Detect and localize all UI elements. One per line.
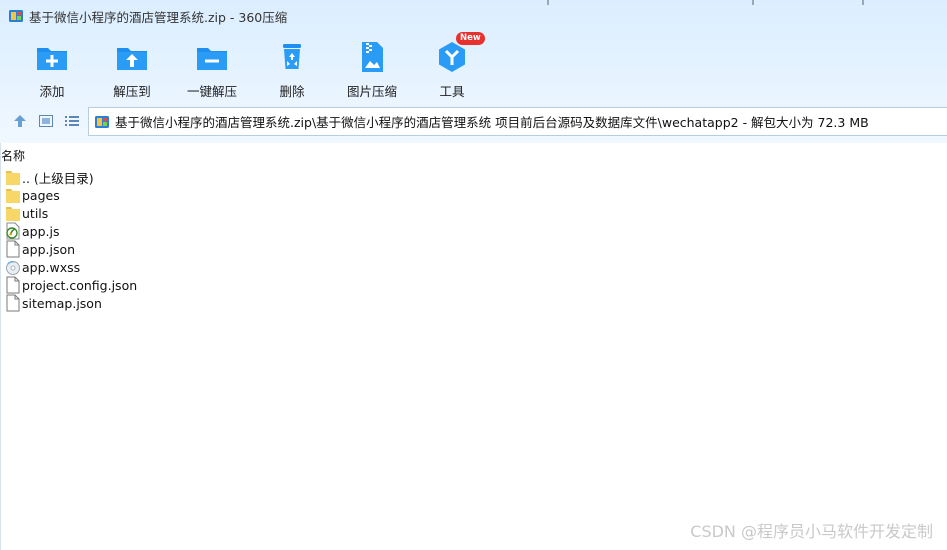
list-view-icon: [65, 116, 79, 126]
archive-file-icon: [95, 115, 109, 128]
list-item-app-wxss[interactable]: app.wxss: [1, 258, 301, 276]
title-bar: 基于微信小程序的酒店管理系统.zip - 360压缩: [0, 0, 947, 32]
current-path: 基于微信小程序的酒店管理系统.zip\基于微信小程序的酒店管理系统 项目前后台源…: [115, 115, 869, 130]
list-item-sitemap-json[interactable]: sitemap.json: [1, 294, 301, 312]
column-header-name[interactable]: 名称: [1, 147, 201, 164]
delete-button[interactable]: 删除: [252, 36, 332, 100]
window-title: 基于微信小程序的酒店管理系统.zip - 360压缩: [29, 9, 288, 25]
disc-file-icon: [6, 261, 20, 275]
window-chrome: 基于微信小程序的酒店管理系统.zip - 360压缩 添加 解压到 一键解压 删…: [0, 0, 947, 143]
recycle-bin-icon: [283, 44, 301, 69]
add-folder-icon: [37, 48, 67, 70]
add-button[interactable]: 添加: [12, 36, 92, 100]
file-list-pane[interactable]: 名称 .. (上级目录) pages utils app.js app.json…: [0, 143, 947, 550]
thumbnail-view-icon: [39, 115, 53, 127]
extract-to-icon: [117, 48, 147, 70]
one-click-extract-button[interactable]: 一键解压: [172, 36, 252, 100]
folder-icon: [6, 189, 20, 203]
file-icon: [6, 276, 20, 294]
file-icon: [6, 240, 20, 258]
list-item-pages[interactable]: pages: [1, 186, 301, 204]
up-button[interactable]: [7, 109, 33, 133]
image-compress-button[interactable]: 图片压缩: [332, 36, 412, 100]
archive-app-icon: [9, 10, 23, 22]
folder-icon: [6, 171, 20, 185]
address-bar[interactable]: 基于微信小程序的酒店管理系统.zip\基于微信小程序的酒店管理系统 项目前后台源…: [88, 107, 947, 136]
extract-to-button[interactable]: 解压到: [92, 36, 172, 100]
list-item-project-config-json[interactable]: project.config.json: [1, 276, 301, 294]
arrow-up-icon: [14, 115, 26, 127]
one-click-extract-icon: [197, 48, 227, 70]
list-item-utils[interactable]: utils: [1, 204, 301, 222]
list-view-button[interactable]: [59, 109, 85, 133]
watermark: CSDN @程序员小马软件开发定制: [690, 522, 933, 541]
tools-button[interactable]: New 工具: [412, 32, 492, 100]
list-item-parent-directory[interactable]: .. (上级目录): [1, 168, 301, 186]
thumbnail-view-button[interactable]: [33, 109, 59, 133]
new-badge: New: [456, 32, 485, 45]
file-icon: [6, 294, 20, 312]
image-compress-icon: [362, 42, 383, 72]
tools-icon: [439, 42, 465, 72]
list-item-app-js[interactable]: app.js: [1, 222, 301, 240]
file-list: .. (上级目录) pages utils app.js app.json ap…: [1, 168, 301, 312]
navigation-bar: 基于微信小程序的酒店管理系统.zip\基于微信小程序的酒店管理系统 项目前后台源…: [0, 105, 947, 137]
list-item-app-json[interactable]: app.json: [1, 240, 301, 258]
window-controls-edge: [547, 0, 947, 6]
folder-icon: [6, 207, 20, 221]
main-toolbar: 添加 解压到 一键解压 删除 图片压缩 New 工具: [12, 32, 492, 100]
javascript-file-icon: [6, 222, 20, 240]
